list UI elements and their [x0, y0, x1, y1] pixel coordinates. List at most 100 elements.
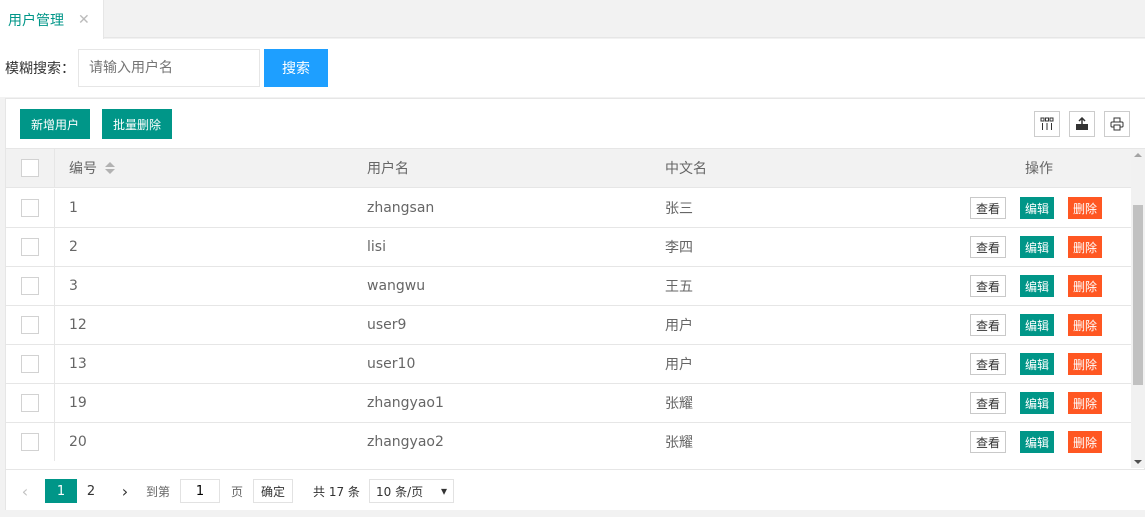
- table-toolbar: 新增用户 批量删除: [6, 99, 1145, 149]
- table-row: 19 zhangyao1 张耀 查看 编辑 删除: [6, 384, 1131, 423]
- page-size-value: 10 条/页: [376, 484, 424, 499]
- close-icon[interactable]: ✕: [78, 12, 90, 28]
- row-checkbox-cell: [21, 384, 39, 422]
- table-body: 1 zhangsan 张三 查看 编辑 删除 2 lisi 李四 查看 编辑 删…: [6, 189, 1131, 461]
- header-checkbox-cell: [21, 149, 39, 187]
- total-count: 共 17 条: [313, 484, 360, 499]
- page-size-select[interactable]: 10 条/页 ▾: [369, 479, 454, 503]
- goto-input-wrap: [180, 479, 220, 503]
- pagination: ‹ 1 2 › 到第 页 确定 共 17 条 10 条/页 ▾: [6, 469, 1145, 510]
- header-id-label: 编号: [69, 161, 97, 177]
- scroll-up-icon[interactable]: [1134, 153, 1142, 157]
- scroll-down-icon[interactable]: [1134, 460, 1142, 464]
- column-divider: [54, 423, 55, 461]
- scroll-thumb[interactable]: [1133, 205, 1143, 385]
- cell-actions: 查看 编辑 删除: [970, 267, 1103, 305]
- edit-button[interactable]: 编辑: [1020, 353, 1055, 375]
- view-button[interactable]: 查看: [970, 431, 1007, 453]
- print-icon-glyph: [1110, 117, 1124, 131]
- delete-button[interactable]: 删除: [1068, 275, 1103, 297]
- cell-username: user10: [367, 356, 416, 372]
- view-button[interactable]: 查看: [970, 275, 1007, 297]
- edit-button[interactable]: 编辑: [1020, 236, 1055, 258]
- cell-username: zhangsan: [367, 200, 435, 216]
- add-user-button[interactable]: 新增用户: [20, 109, 91, 139]
- print-icon[interactable]: [1104, 111, 1130, 137]
- sort-icon[interactable]: [105, 162, 115, 174]
- delete-button[interactable]: 删除: [1068, 236, 1103, 258]
- cell-id: 19: [69, 395, 87, 411]
- search-input[interactable]: [78, 49, 260, 87]
- tab-bar: 用户管理 ✕: [0, 0, 1145, 39]
- view-button[interactable]: 查看: [970, 392, 1007, 414]
- cell-id: 1: [69, 200, 78, 216]
- scrollbar[interactable]: [1131, 149, 1145, 468]
- cell-cn-name: 李四: [665, 240, 693, 256]
- cell-id: 3: [69, 278, 78, 294]
- view-button[interactable]: 查看: [970, 353, 1007, 375]
- cell-username: zhangyao1: [367, 395, 444, 411]
- row-checkbox[interactable]: [21, 355, 39, 373]
- table-row: 13 user10 用户 查看 编辑 删除: [6, 345, 1131, 384]
- batch-delete-button[interactable]: 批量删除: [102, 109, 173, 139]
- tab-label: 用户管理: [8, 12, 64, 29]
- view-button[interactable]: 查看: [970, 236, 1007, 258]
- table-row: 2 lisi 李四 查看 编辑 删除: [6, 228, 1131, 267]
- cell-actions: 查看 编辑 删除: [970, 306, 1103, 344]
- table-row: 3 wangwu 王五 查看 编辑 删除: [6, 267, 1131, 306]
- prev-page-icon[interactable]: ‹: [12, 479, 38, 503]
- row-checkbox-cell: [21, 345, 39, 383]
- edit-button[interactable]: 编辑: [1020, 431, 1055, 453]
- cell-username: user9: [367, 317, 407, 333]
- cell-id: 13: [69, 356, 87, 372]
- goto-confirm-button[interactable]: 确定: [253, 479, 294, 503]
- cell-cn-name: 张三: [665, 201, 693, 217]
- page-1-button[interactable]: 1: [45, 479, 77, 503]
- edit-button[interactable]: 编辑: [1020, 275, 1055, 297]
- export-icon[interactable]: [1069, 111, 1095, 137]
- select-all-checkbox[interactable]: [21, 159, 39, 177]
- cell-cn-name: 张耀: [665, 435, 693, 451]
- view-button[interactable]: 查看: [970, 314, 1007, 336]
- cell-id: 12: [69, 317, 87, 333]
- header-id[interactable]: 编号: [69, 149, 115, 187]
- tab-user-management[interactable]: 用户管理 ✕: [0, 0, 104, 39]
- cell-username: wangwu: [367, 278, 426, 294]
- goto-prefix: 到第: [146, 484, 171, 499]
- cell-actions: 查看 编辑 删除: [970, 384, 1103, 422]
- cell-cn-name: 张耀: [665, 396, 693, 412]
- cell-actions: 查看 编辑 删除: [970, 228, 1103, 266]
- table-row: 1 zhangsan 张三 查看 编辑 删除: [6, 189, 1131, 228]
- edit-button[interactable]: 编辑: [1020, 314, 1055, 336]
- row-checkbox[interactable]: [21, 238, 39, 256]
- row-checkbox[interactable]: [21, 199, 39, 217]
- columns-icon[interactable]: [1034, 111, 1060, 137]
- delete-button[interactable]: 删除: [1068, 431, 1103, 453]
- view-button[interactable]: 查看: [970, 197, 1007, 219]
- column-divider: [54, 189, 55, 227]
- table-panel: 新增用户 批量删除 编号 用户名 中文名 操作 1 zhangsan 张三 查看…: [5, 98, 1145, 510]
- row-checkbox[interactable]: [21, 277, 39, 295]
- confirm-wrap: 确定: [253, 479, 294, 503]
- cell-cn-name: 用户: [665, 357, 693, 373]
- delete-button[interactable]: 删除: [1068, 392, 1103, 414]
- delete-button[interactable]: 删除: [1068, 314, 1103, 336]
- next-page-icon[interactable]: ›: [112, 479, 138, 503]
- row-checkbox-cell: [21, 267, 39, 305]
- goto-page-input[interactable]: [180, 479, 220, 503]
- page-2-button[interactable]: 2: [77, 479, 105, 503]
- row-checkbox[interactable]: [21, 394, 39, 412]
- row-checkbox[interactable]: [21, 316, 39, 334]
- columns-icon-glyph: [1040, 117, 1054, 130]
- delete-button[interactable]: 删除: [1068, 197, 1103, 219]
- edit-button[interactable]: 编辑: [1020, 197, 1055, 219]
- edit-button[interactable]: 编辑: [1020, 392, 1055, 414]
- table-row: 12 user9 用户 查看 编辑 删除: [6, 306, 1131, 345]
- delete-button[interactable]: 删除: [1068, 353, 1103, 375]
- row-checkbox[interactable]: [21, 433, 39, 451]
- row-checkbox-cell: [21, 189, 39, 227]
- cell-id: 20: [69, 434, 87, 450]
- search-button[interactable]: 搜索: [264, 49, 328, 87]
- row-checkbox-cell: [21, 423, 39, 461]
- cell-cn-name: 用户: [665, 318, 693, 334]
